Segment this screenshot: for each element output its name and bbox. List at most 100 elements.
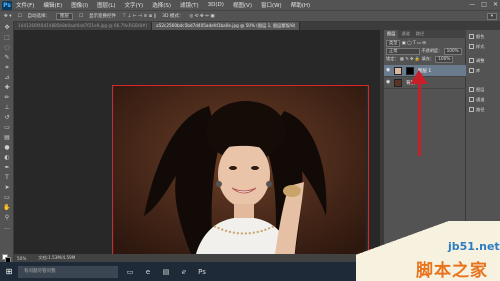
options-bar: ✥ ▾ ☐ 自动选择： 图层 ☐ 显示变换控件 ⊤ ⊥ ⊢ ⊣ ≡ ≣ ‖ 3D… (0, 10, 500, 21)
tab-channels[interactable]: 通道 (398, 30, 412, 38)
move-tool-icon[interactable]: ✥ (3, 24, 11, 32)
document-tab-bar: 1441260f40d14885b8b9aaf4ad7f21e9.jpg @ 6… (14, 21, 380, 30)
marquee-tool-icon[interactable]: ⬚ (3, 34, 11, 42)
move-tool-icon[interactable]: ✥ ▾ (4, 14, 11, 19)
zoom-level[interactable]: 50% (17, 256, 26, 261)
fill-label: 填充： (421, 56, 435, 61)
blend-row: 正常 不透明度： 100% (386, 48, 462, 55)
clone-stamp-icon[interactable]: ⊥ (3, 104, 11, 112)
selection-highlight-box (112, 85, 369, 266)
ie-icon[interactable]: ℯ (178, 266, 190, 278)
opacity-input[interactable]: 100% (443, 48, 462, 55)
edge-icon[interactable]: e (142, 266, 154, 278)
lock-label: 锁定： (386, 56, 399, 61)
hand-tool-icon[interactable]: ✋ (3, 204, 11, 212)
eraser-tool-icon[interactable]: ▭ (3, 124, 11, 132)
pen-tool-icon[interactable]: ✒ (3, 164, 11, 172)
opacity-label: 不透明度： (421, 48, 443, 53)
paths-icon (469, 107, 474, 112)
channels-icon (469, 97, 474, 102)
dock-channels[interactable]: 通道 (469, 95, 499, 104)
lock-icons[interactable]: ▦ ✎ ✥ 🔒 (400, 56, 420, 61)
canvas-area[interactable] (14, 30, 380, 266)
layers-panel-tabs: 图层 通道 路径 (384, 30, 466, 38)
minimize-button[interactable]: — (469, 0, 475, 10)
auto-select-label: 自动选择： (27, 14, 51, 19)
explorer-icon[interactable]: ▤ (160, 266, 172, 278)
adjust-icon (469, 58, 474, 63)
menu-layer[interactable]: 图层(L) (97, 1, 115, 9)
dock-layers[interactable]: 图层 (469, 85, 499, 94)
brush-tool-icon[interactable]: ✏ (3, 94, 11, 102)
window-controls: — □ ✕ (469, 0, 498, 10)
annotation-arrow-shaft (418, 80, 421, 156)
tab-layers[interactable]: 图层 (384, 30, 399, 38)
start-button[interactable]: ⊞ (0, 262, 18, 281)
menu-select[interactable]: 选择(S) (152, 1, 171, 9)
status-bar: 50% 文档:1.53M/4.59M (14, 254, 380, 262)
blend-mode-dropdown[interactable]: 正常 (386, 48, 420, 55)
menu-bar: Ps 文件(F) 编辑(E) 图像(I) 图层(L) 文字(Y) 选择(S) 滤… (0, 0, 500, 10)
dodge-tool-icon[interactable]: ◐ (3, 154, 11, 162)
fill-input[interactable]: 100% (435, 56, 454, 63)
taskbar-search[interactable]: 有问题尽管问我 (18, 265, 118, 278)
quick-select-tool-icon[interactable]: ✎ (3, 54, 11, 62)
menu-window[interactable]: 窗口(W) (261, 1, 282, 9)
photoshop-logo: Ps (2, 0, 12, 10)
show-transform-checkbox[interactable]: ☐ (79, 14, 83, 19)
dock-paths[interactable]: 路径 (469, 105, 499, 114)
tab-paths[interactable]: 路径 (413, 30, 427, 38)
dock-library[interactable]: 库 (469, 66, 499, 75)
menu-file[interactable]: 文件(F) (16, 1, 34, 9)
task-view-icon[interactable]: ▭ (124, 266, 136, 278)
path-select-icon[interactable]: ➤ (3, 184, 11, 192)
eye-icon[interactable]: ◉ (386, 68, 391, 73)
filter-row: 类型 ▣ ◯ T ▭ ⊞ (386, 40, 426, 47)
watermark-url: jb51.net (448, 240, 500, 253)
annotation-arrow-head (410, 70, 428, 84)
dock-styles[interactable]: 样式 (469, 42, 499, 51)
crop-tool-icon[interactable]: ⌗ (3, 64, 11, 72)
auto-select-checkbox[interactable]: ☐ (17, 14, 21, 19)
healing-brush-icon[interactable]: ✚ (3, 84, 11, 92)
workspace-dropdown[interactable]: ▾ (486, 13, 497, 20)
mode-3d-label: 3D 模式： (162, 14, 184, 19)
type-tool-icon[interactable]: T (3, 174, 11, 182)
panel-header (380, 21, 500, 30)
filter-icons[interactable]: ▣ ◯ T ▭ ⊞ (402, 40, 426, 45)
blur-tool-icon[interactable]: ● (3, 144, 11, 152)
eye-icon[interactable]: ◉ (386, 80, 391, 85)
menu-view[interactable]: 视图(V) (233, 1, 252, 9)
close-button[interactable]: ✕ (493, 0, 498, 10)
dock-adjust[interactable]: 调整 (469, 56, 499, 65)
eyedropper-tool-icon[interactable]: ⊿ (3, 74, 11, 82)
tab-document-2[interactable]: a52c2560bdc5bd7d405adefd1ba0e.jpg @ 50% … (152, 22, 301, 30)
auto-select-dropdown[interactable]: 图层 (56, 12, 74, 20)
styles-icon (469, 44, 474, 49)
kind-filter-dropdown[interactable]: 类型 (386, 40, 401, 47)
photoshop-taskbar-icon[interactable]: Ps (196, 266, 208, 278)
history-brush-icon[interactable]: ↺ (3, 114, 11, 122)
menu-edit[interactable]: 编辑(E) (43, 1, 62, 9)
layer-thumbnail (394, 67, 402, 75)
zoom-tool-icon[interactable]: ⚲ (3, 214, 11, 222)
shape-tool-icon[interactable]: ▭ (3, 194, 11, 202)
menu-filter[interactable]: 滤镜(T) (180, 1, 199, 9)
more-tools-icon[interactable]: ··· (3, 226, 11, 234)
mode-3d-icons[interactable]: ◎ ⟲ ✥ ⇔ ▣ (189, 14, 214, 19)
tools-panel: ✥ ⬚ ◌ ✎ ⌗ ⊿ ✚ ✏ ⊥ ↺ ▭ ▤ ● ◐ ✒ T ➤ ▭ ✋ ⚲ … (0, 21, 14, 263)
maximize-button[interactable]: □ (481, 0, 487, 10)
menu-type[interactable]: 文字(Y) (125, 1, 144, 9)
color-icon (469, 34, 474, 39)
layer-thumbnail (394, 79, 402, 87)
tab-document-1[interactable]: 1441260f40d14885b8b9aaf4ad7f21e9.jpg @ 6… (14, 22, 153, 30)
gradient-tool-icon[interactable]: ▤ (3, 134, 11, 142)
align-icons[interactable]: ⊤ ⊥ ⊢ ⊣ ≡ ≣ ‖ (122, 14, 156, 19)
menu-image[interactable]: 图像(I) (71, 1, 88, 9)
menu-3d[interactable]: 3D(D) (208, 2, 224, 8)
library-icon (469, 68, 474, 73)
lasso-tool-icon[interactable]: ◌ (3, 44, 11, 52)
menu-help[interactable]: 帮助(H) (291, 1, 310, 9)
document-size: 文档:1.53M/4.59M (38, 255, 76, 260)
dock-color[interactable]: 颜色 (469, 32, 499, 41)
